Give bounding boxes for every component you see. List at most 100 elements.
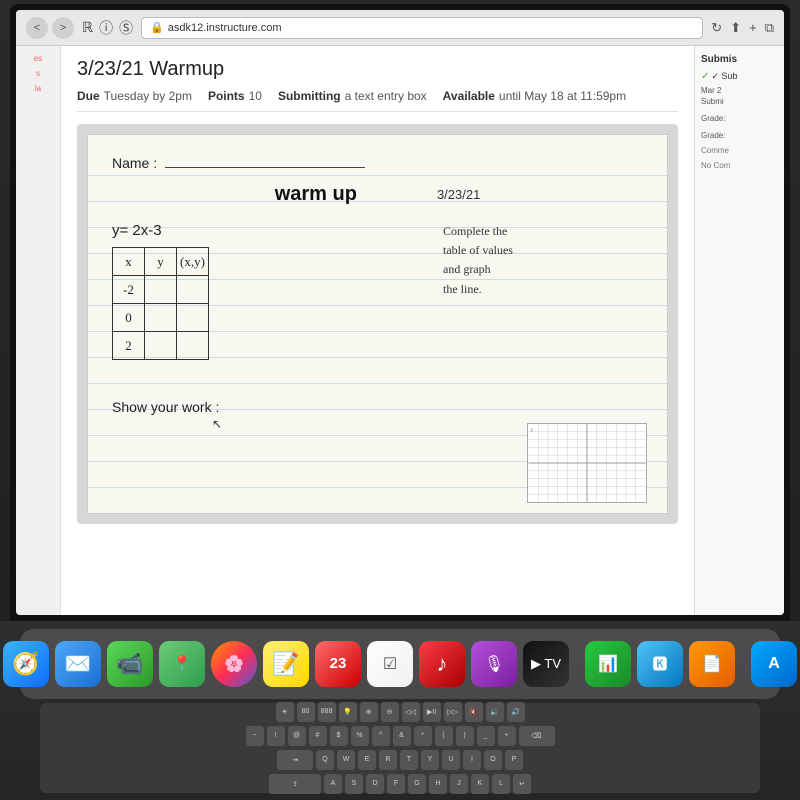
share-icon[interactable]: ⬆ <box>730 20 741 36</box>
new-tab-icon[interactable]: + <box>749 20 757 35</box>
key-l[interactable]: L <box>492 774 510 794</box>
dock-notes[interactable]: 📝 <box>263 641 309 687</box>
row2-y <box>145 304 177 332</box>
key-backspace[interactable]: ⌫ <box>519 726 555 746</box>
key-caps[interactable]: ⇪ <box>269 774 321 794</box>
browser-icon3: Ⓢ <box>119 18 133 38</box>
key-5[interactable]: % <box>351 726 369 746</box>
key-f[interactable]: F <box>387 774 405 794</box>
key-i[interactable]: I <box>463 750 481 770</box>
dock-pages[interactable]: 📄 <box>689 641 735 687</box>
dock-safari[interactable]: 🧭 <box>3 641 49 687</box>
key-h[interactable]: H <box>429 774 447 794</box>
dock-appletv[interactable]: ▶ TV <box>523 641 569 687</box>
key-fn5[interactable]: ⊕ <box>360 702 378 722</box>
dock-podcasts[interactable]: 🎙 <box>471 641 517 687</box>
back-button[interactable]: < <box>26 17 48 39</box>
sidebar-item-s[interactable]: s <box>20 69 56 78</box>
key-d[interactable]: D <box>366 774 384 794</box>
key-fn11[interactable]: 🔉 <box>486 702 504 722</box>
key-7[interactable]: & <box>393 726 411 746</box>
row2-x: 0 <box>113 304 145 332</box>
key-k[interactable]: K <box>471 774 489 794</box>
points-label: Points <box>208 89 245 103</box>
key-0[interactable]: ) <box>456 726 474 746</box>
url-text: asdk12.instructure.com <box>168 22 282 34</box>
key-y[interactable]: Y <box>421 750 439 770</box>
dock-maps[interactable]: 📍 <box>159 641 205 687</box>
forward-button[interactable]: > <box>52 17 74 39</box>
dock: 🙂 🧭 ✉️ 📹 📍 🌸 📝 23 ☑ ♪ 🎙 ▶ TV 📊 🅺 📄 A ⚙ <box>20 629 780 699</box>
submitting-value: a text entry box <box>345 89 427 103</box>
key-tilde[interactable]: ~ <box>246 726 264 746</box>
key-minus[interactable]: _ <box>477 726 495 746</box>
key-a[interactable]: A <box>324 774 342 794</box>
worksheet-date: 3/23/21 <box>437 187 480 202</box>
tab-overview-icon[interactable]: ⧉ <box>765 20 774 36</box>
key-fn9[interactable]: ▷▷ <box>444 702 462 722</box>
key-fn2[interactable]: 80 <box>297 702 315 722</box>
browser-icon2: ⓘ <box>99 18 113 38</box>
key-2[interactable]: @ <box>288 726 306 746</box>
worksheet-paper: Name : warm up 3/23/21 y <box>87 134 668 514</box>
key-fn1[interactable]: ☀ <box>276 702 294 722</box>
key-t[interactable]: T <box>400 750 418 770</box>
reload-icon[interactable]: ↻ <box>711 20 722 36</box>
key-1[interactable]: ! <box>267 726 285 746</box>
available-label: Available <box>443 89 495 103</box>
key-plus[interactable]: + <box>498 726 516 746</box>
dock-photos[interactable]: 🌸 <box>211 641 257 687</box>
key-6[interactable]: ^ <box>372 726 390 746</box>
dock-calendar[interactable]: 23 <box>315 641 361 687</box>
keyboard-row1: ~ ! @ # $ % ^ & * ( ) _ + ⌫ <box>246 726 555 746</box>
browser-chrome: < > ℝ ⓘ Ⓢ 🔒 asdk12.instructure.com ↻ ⬆ +… <box>16 10 784 46</box>
dock-reminders[interactable]: ☑ <box>367 641 413 687</box>
key-3[interactable]: # <box>309 726 327 746</box>
key-r[interactable]: R <box>379 750 397 770</box>
grade-label1: Grade: <box>701 114 778 123</box>
comment-label: Comme <box>701 146 778 155</box>
row1-y <box>145 276 177 304</box>
key-fn8[interactable]: ▶II <box>423 702 441 722</box>
key-fn12[interactable]: 🔊 <box>507 702 525 722</box>
xy-table: x y (x,y) -2 <box>112 247 209 360</box>
key-fn3[interactable]: 888 <box>318 702 336 722</box>
key-9[interactable]: ( <box>435 726 453 746</box>
key-q[interactable]: Q <box>316 750 334 770</box>
key-fn6[interactable]: ⊖ <box>381 702 399 722</box>
key-enter[interactable]: ↵ <box>513 774 531 794</box>
worksheet-left: y= 2x-3 x y (x,y) <box>112 222 427 375</box>
keyboard-row-fn: ☀ 80 888 💡 ⊕ ⊖ ◁◁ ▶II ▷▷ 🔇 🔉 🔊 <box>276 702 525 722</box>
dock-appstore[interactable]: A <box>751 641 797 687</box>
laptop-shell: < > ℝ ⓘ Ⓢ 🔒 asdk12.instructure.com ↻ ⬆ +… <box>0 0 800 800</box>
key-8[interactable]: * <box>414 726 432 746</box>
sidebar-item-es[interactable]: es <box>20 54 56 63</box>
key-u[interactable]: U <box>442 750 460 770</box>
assignment-meta: Due Tuesday by 2pm Points 10 Submitting … <box>77 89 678 112</box>
address-bar[interactable]: 🔒 asdk12.instructure.com <box>141 17 703 39</box>
key-w[interactable]: W <box>337 750 355 770</box>
key-g[interactable]: G <box>408 774 426 794</box>
dock-keynote[interactable]: 🅺 <box>637 641 683 687</box>
submission-check-label: ✓ Sub <box>711 71 737 82</box>
submission-check-item[interactable]: ✓ ✓ Sub <box>701 71 778 82</box>
key-fn7[interactable]: ◁◁ <box>402 702 420 722</box>
instructions: Complete the table of values and graph t… <box>443 222 643 299</box>
dock-music[interactable]: ♪ <box>419 641 465 687</box>
key-4[interactable]: $ <box>330 726 348 746</box>
key-fn10[interactable]: 🔇 <box>465 702 483 722</box>
key-o[interactable]: O <box>484 750 502 770</box>
dock-numbers[interactable]: 📊 <box>585 641 631 687</box>
worksheet-right: Complete the table of values and graph t… <box>443 222 643 375</box>
dock-facetime[interactable]: 📹 <box>107 641 153 687</box>
key-j[interactable]: J <box>450 774 468 794</box>
key-e[interactable]: E <box>358 750 376 770</box>
key-fn4[interactable]: 💡 <box>339 702 357 722</box>
key-tab[interactable]: ⇥ <box>277 750 313 770</box>
dock-mail[interactable]: ✉️ <box>55 641 101 687</box>
grade-label2: Grade: <box>701 131 778 140</box>
key-p[interactable]: P <box>505 750 523 770</box>
mini-graph: y <box>527 423 647 503</box>
sidebar-item-la[interactable]: la <box>20 84 56 93</box>
key-s[interactable]: S <box>345 774 363 794</box>
